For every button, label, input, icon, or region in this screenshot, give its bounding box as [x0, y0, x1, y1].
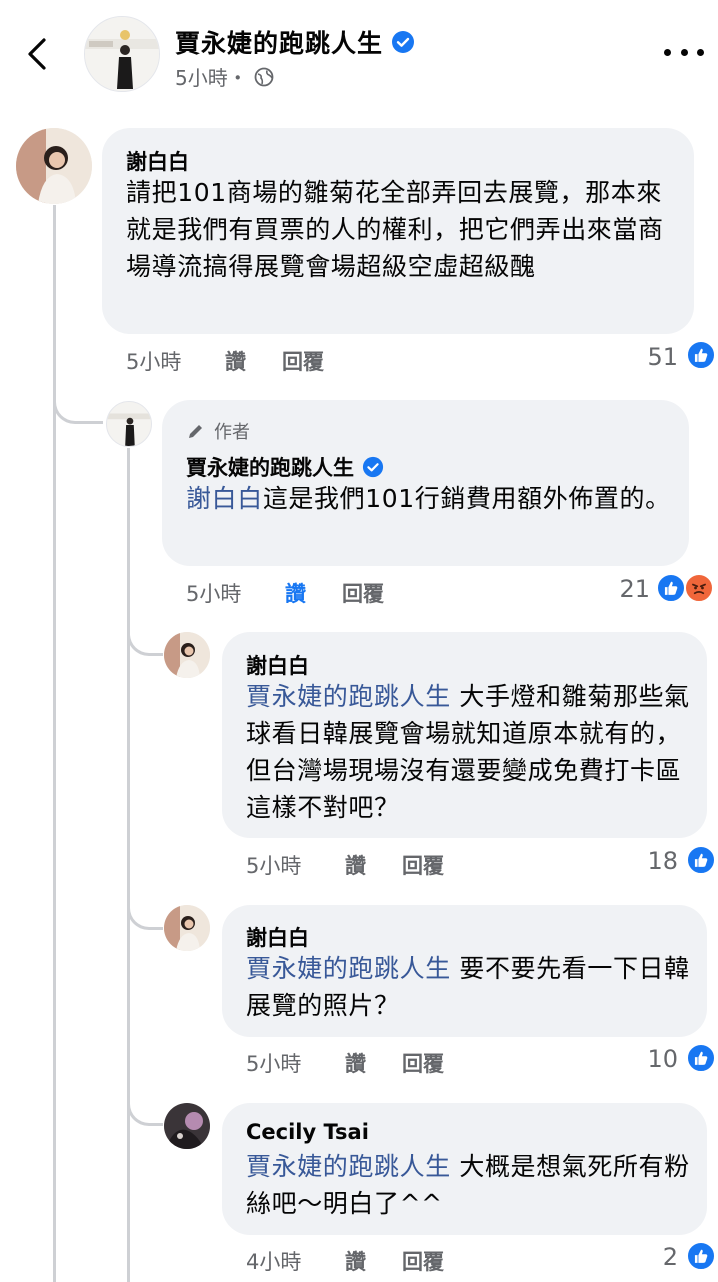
mention-link[interactable]: 賈永婕的跑跳人生: [246, 1152, 451, 1181]
more-options-button[interactable]: [664, 42, 704, 62]
reply-button[interactable]: 回覆: [402, 1246, 444, 1276]
mention-link[interactable]: 賈永婕的跑跳人生: [246, 954, 451, 983]
reply-button[interactable]: 回覆: [282, 346, 324, 376]
comment-text: 賈永婕的跑跳人生 要不要先看一下日韓展覽的照片？: [246, 954, 690, 1020]
comment-time: 5小時: [126, 350, 182, 374]
thread-connector: [53, 380, 103, 424]
comment-time: 5小時: [186, 582, 242, 606]
like-button[interactable]: 讚: [345, 1246, 366, 1276]
page-title[interactable]: 賈永婕的跑跳人生: [175, 24, 415, 60]
comment-time: 4小時: [246, 1250, 302, 1274]
avatar[interactable]: [164, 1103, 210, 1149]
like-button[interactable]: 讚: [345, 1048, 366, 1078]
like-reaction-icon: [686, 1043, 716, 1073]
avatar-image: [164, 632, 210, 678]
reply-button[interactable]: 回覆: [402, 850, 444, 880]
mention-link[interactable]: 賈永婕的跑跳人生: [246, 682, 451, 711]
reaction-count[interactable]: 51: [647, 343, 678, 371]
comment-time: 5小時: [246, 1052, 302, 1076]
page-name: 賈永婕的跑跳人生: [175, 29, 384, 58]
avatar-image: [164, 905, 210, 951]
author-badge: 作者: [186, 418, 250, 444]
comment-text: 謝白白這是我們101行銷費用額外佈置的。: [186, 484, 671, 513]
back-button[interactable]: [22, 36, 54, 72]
thread-connector: [127, 612, 163, 656]
reaction-count[interactable]: 10: [647, 1045, 678, 1073]
comment-time: 5小時: [246, 854, 302, 878]
comment-author[interactable]: 謝白白: [246, 650, 309, 680]
avatar-image: [164, 1103, 210, 1149]
comment-text: 賈永婕的跑跳人生 大概是想氣死所有粉絲吧～明白了^^: [246, 1152, 690, 1218]
more-icon: [664, 48, 671, 56]
like-reaction-icon: [686, 845, 716, 875]
comment-author[interactable]: Cecily Tsai: [246, 1120, 369, 1144]
comment-author[interactable]: 謝白白: [246, 922, 309, 952]
thread-line-main: [53, 205, 56, 1282]
comment-author[interactable]: 謝白白: [126, 146, 189, 176]
post-meta: 5小時・: [175, 62, 274, 91]
back-arrow-icon: [28, 38, 46, 70]
avatar-image: [107, 402, 151, 446]
avatar[interactable]: [106, 401, 152, 447]
thread-connector: [127, 1082, 163, 1126]
mention-link[interactable]: 謝白白: [186, 484, 263, 513]
comment-author[interactable]: 賈永婕的跑跳人生: [186, 452, 384, 482]
like-reaction-icon: [686, 1241, 716, 1271]
verified-badge-icon: [362, 456, 384, 478]
globe-icon: [254, 67, 274, 86]
reaction-count[interactable]: 2: [663, 1243, 678, 1271]
like-button[interactable]: 讚: [285, 578, 306, 608]
like-button[interactable]: 讚: [345, 850, 366, 880]
reaction-count[interactable]: 21: [619, 575, 650, 603]
reply-button[interactable]: 回覆: [402, 1048, 444, 1078]
avatar[interactable]: [164, 905, 210, 951]
verified-badge-icon: [392, 31, 415, 53]
thread-line-replies: [127, 448, 130, 1282]
like-reaction-icon: [656, 573, 686, 603]
avatar[interactable]: [164, 632, 210, 678]
post-time: 5小時・: [175, 66, 248, 90]
avatar[interactable]: [16, 128, 92, 204]
reaction-count[interactable]: 18: [647, 847, 678, 875]
pen-icon: [189, 425, 202, 438]
page-avatar[interactable]: [84, 16, 160, 92]
avatar-image: [16, 128, 92, 204]
thread-connector: [127, 886, 163, 930]
like-button[interactable]: 讚: [225, 346, 246, 376]
like-reaction-icon: [686, 340, 716, 370]
comment-text: 賈永婕的跑跳人生 大手燈和雛菊那些氣球看日韓展覽會場就知道原本就有的，但台灣場現…: [246, 682, 690, 822]
reply-button[interactable]: 回覆: [342, 578, 384, 608]
comment-text: 請把101商場的雛菊花全部弄回去展覽，那本來就是我們有買票的人的權利，把它們弄出…: [126, 178, 664, 281]
angry-reaction-icon: [684, 573, 714, 603]
page-avatar-image: [85, 17, 159, 91]
